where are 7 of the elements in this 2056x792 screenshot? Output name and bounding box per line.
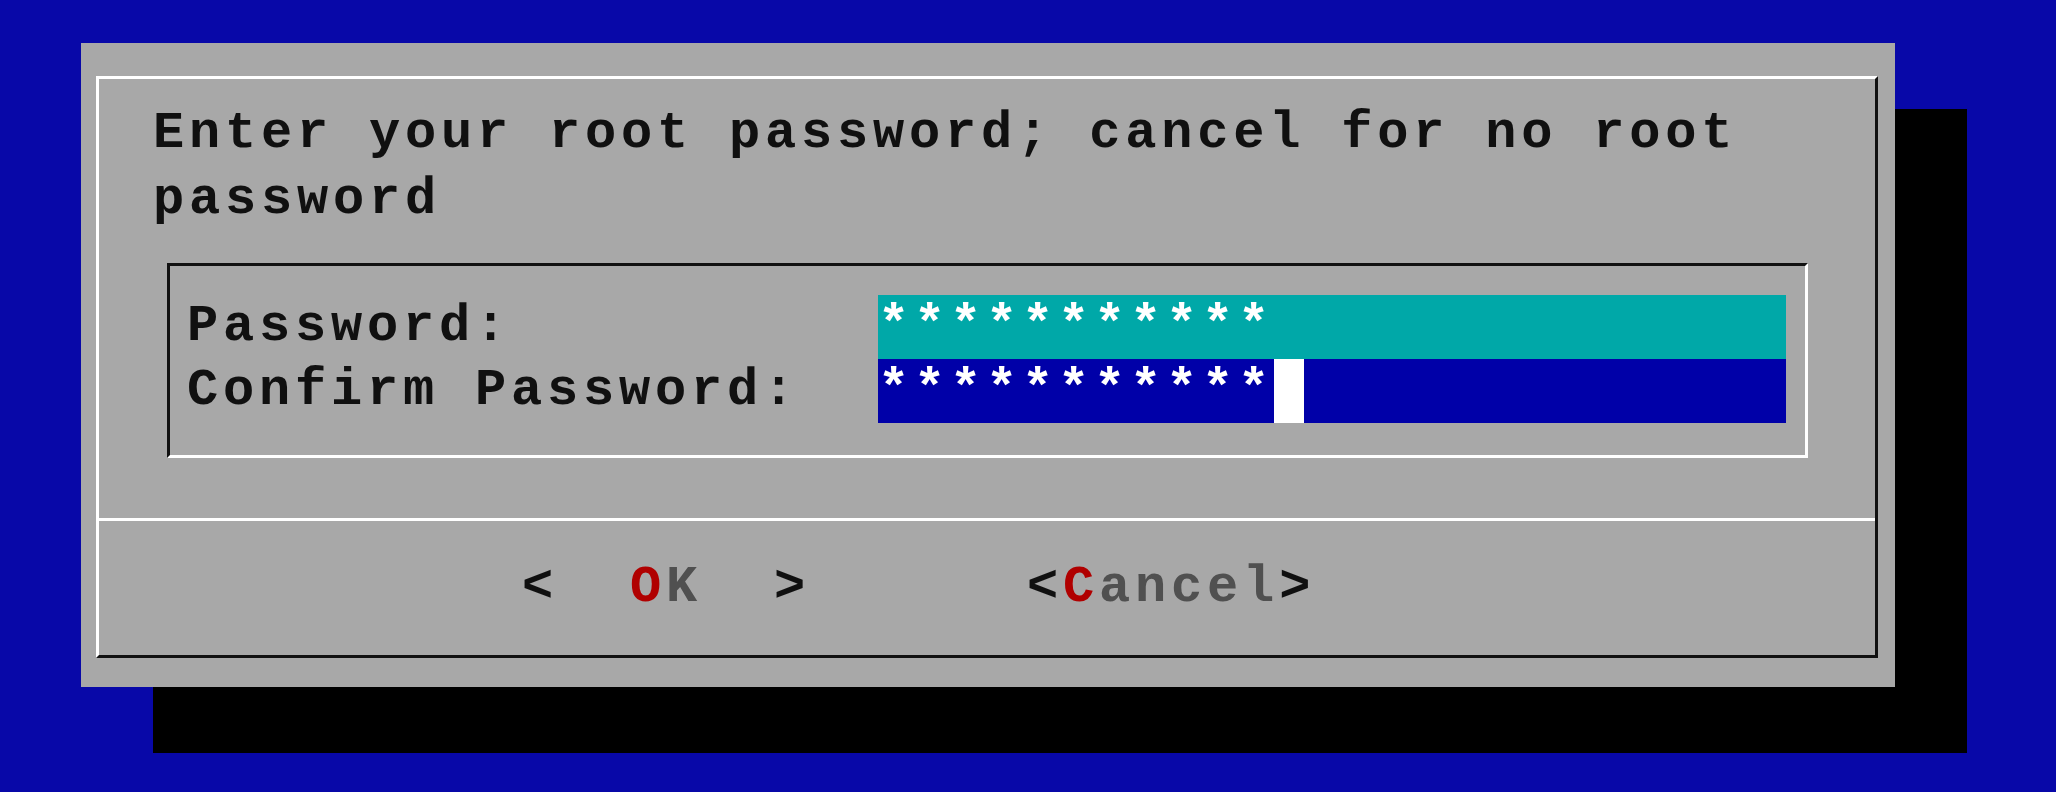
field-label: Confirm Password: [187,360,801,422]
dialog-button[interactable]: < OK > [522,555,811,621]
password-field[interactable]: *********** [878,359,1786,423]
text-cursor [1274,359,1305,423]
dialog-button[interactable]: <Cancel> [1027,555,1316,621]
field-label: Password: [187,296,513,358]
dialog-message: Enter your root password; cancel for no root password [153,103,1739,231]
